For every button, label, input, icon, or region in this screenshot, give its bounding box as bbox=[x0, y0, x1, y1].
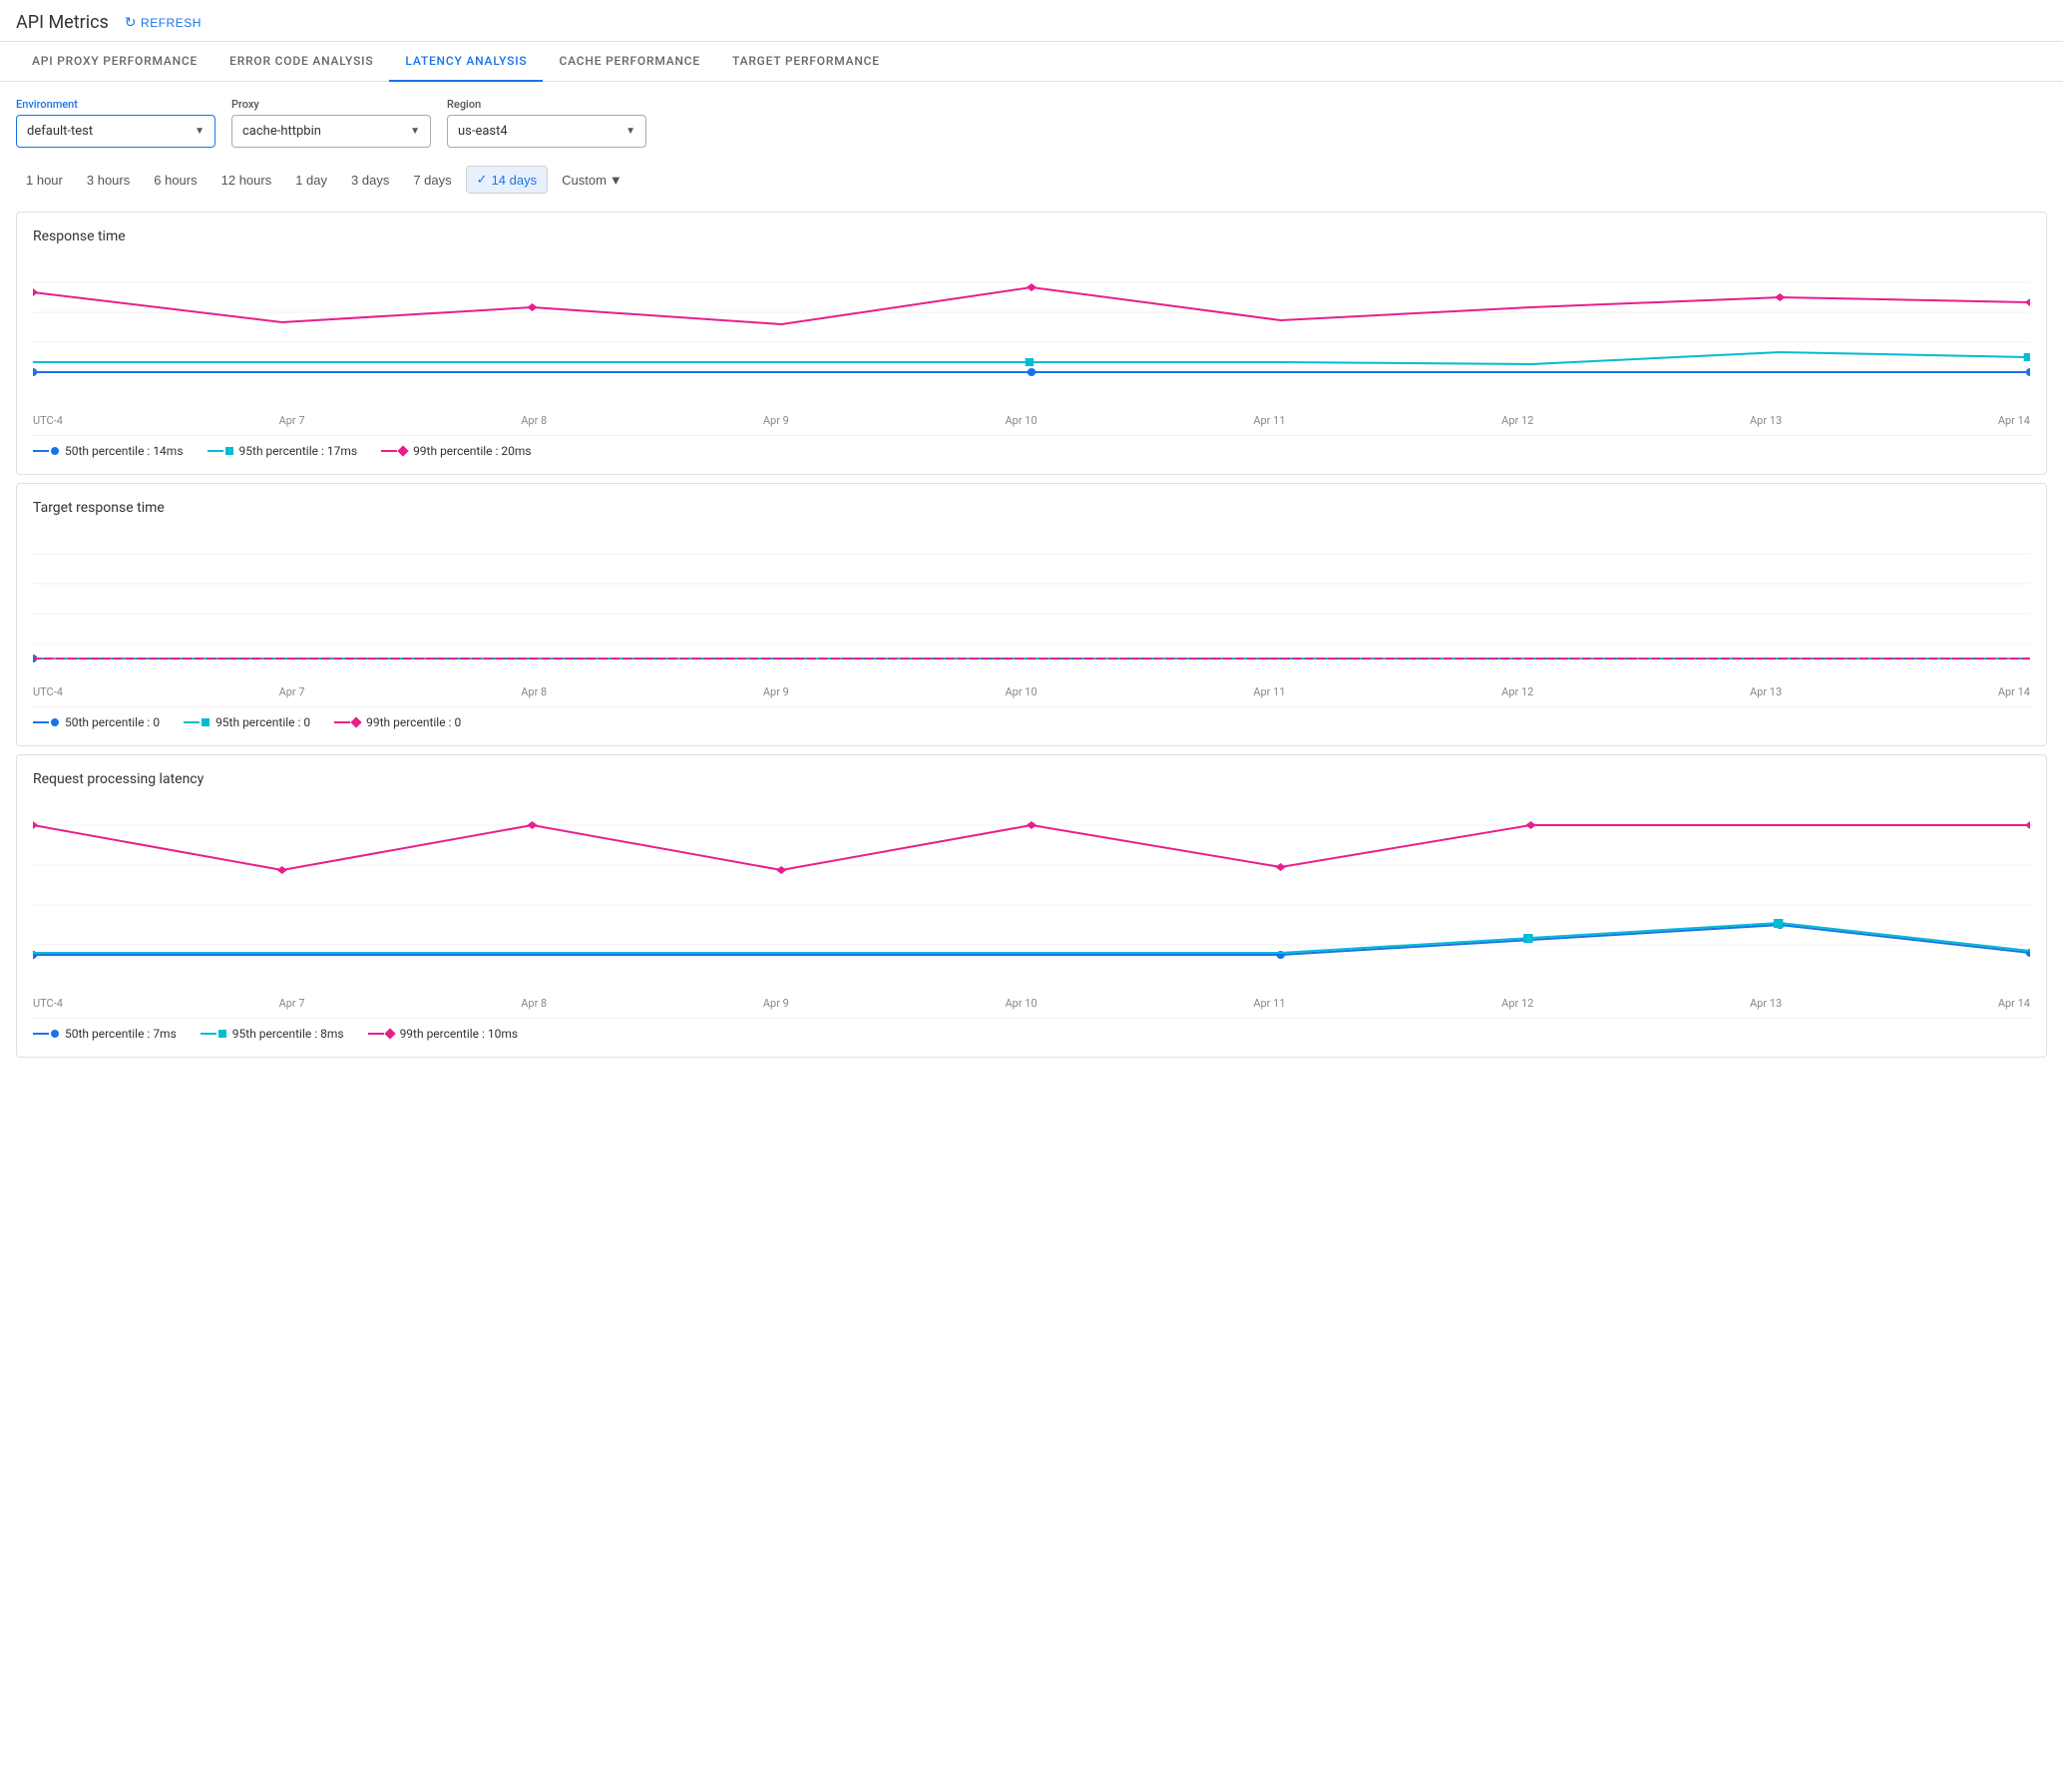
filter-bar: Environment default-test ▼ Proxy cache-h… bbox=[0, 82, 2063, 156]
proxy-label: Proxy bbox=[231, 98, 431, 111]
response-time-x-axis: UTC-4 Apr 7 Apr 8 Apr 9 Apr 10 Apr 11 Ap… bbox=[33, 414, 2030, 427]
x-label-apr11: Apr 11 bbox=[1253, 414, 1285, 427]
legend-req-50th: 50th percentile : 7ms bbox=[33, 1027, 177, 1041]
x-label-apr11: Apr 11 bbox=[1253, 685, 1285, 698]
legend-req-99th-label: 99th percentile : 10ms bbox=[400, 1027, 519, 1041]
time-custom[interactable]: Custom ▼ bbox=[552, 168, 632, 193]
x-label-apr8: Apr 8 bbox=[521, 997, 547, 1010]
x-label-utc: UTC-4 bbox=[33, 997, 63, 1010]
nav-tabs: API PROXY PERFORMANCE ERROR CODE ANALYSI… bbox=[0, 42, 2063, 82]
x-label-apr7: Apr 7 bbox=[279, 685, 305, 698]
response-time-chart-section: Response time bbox=[16, 212, 2047, 475]
legend-99th-label: 99th percentile : 20ms bbox=[413, 444, 532, 458]
check-icon: ✓ bbox=[477, 172, 488, 188]
tab-latency[interactable]: LATENCY ANALYSIS bbox=[389, 42, 543, 82]
x-label-apr13: Apr 13 bbox=[1750, 997, 1782, 1010]
x-label-apr10: Apr 10 bbox=[1006, 997, 1037, 1010]
environment-filter-group: Environment default-test ▼ bbox=[16, 98, 215, 148]
region-label: Region bbox=[447, 98, 646, 111]
target-response-time-chart-section: Target response time UTC-4 Apr 7 Apr 8 A… bbox=[16, 483, 2047, 746]
tab-error-code[interactable]: ERROR CODE ANALYSIS bbox=[213, 42, 389, 82]
x-label-apr9: Apr 9 bbox=[763, 414, 789, 427]
x-label-apr9: Apr 9 bbox=[763, 685, 789, 698]
request-processing-legend: 50th percentile : 7ms 95th percentile : … bbox=[33, 1018, 2030, 1041]
target-response-time-chart bbox=[33, 524, 2030, 683]
target-response-time-title: Target response time bbox=[33, 500, 2030, 516]
x-label-apr12: Apr 12 bbox=[1501, 997, 1533, 1010]
legend-50th-label: 50th percentile : 14ms bbox=[65, 444, 184, 458]
region-dropdown-arrow: ▼ bbox=[625, 126, 635, 137]
x-label-apr12: Apr 12 bbox=[1501, 685, 1533, 698]
legend-target-99th-label: 99th percentile : 0 bbox=[366, 715, 461, 729]
region-filter-group: Region us-east4 ▼ bbox=[447, 98, 646, 148]
environment-dropdown-arrow: ▼ bbox=[195, 126, 205, 137]
target-response-x-axis: UTC-4 Apr 7 Apr 8 Apr 9 Apr 10 Apr 11 Ap… bbox=[33, 685, 2030, 698]
request-processing-x-axis: UTC-4 Apr 7 Apr 8 Apr 9 Apr 10 Apr 11 Ap… bbox=[33, 997, 2030, 1010]
response-time-chart bbox=[33, 252, 2030, 412]
x-label-apr9: Apr 9 bbox=[763, 997, 789, 1010]
refresh-button[interactable]: ↻ REFRESH bbox=[125, 14, 202, 31]
x-label-apr14: Apr 14 bbox=[1998, 685, 2030, 698]
x-label-apr10: Apr 10 bbox=[1006, 685, 1037, 698]
response-time-legend: 50th percentile : 14ms 95th percentile :… bbox=[33, 435, 2030, 458]
x-label-apr14: Apr 14 bbox=[1998, 414, 2030, 427]
target-response-legend: 50th percentile : 0 95th percentile : 0 … bbox=[33, 706, 2030, 729]
region-select[interactable]: us-east4 ▼ bbox=[447, 115, 646, 148]
legend-target-99th: 99th percentile : 0 bbox=[334, 715, 461, 729]
proxy-dropdown-arrow: ▼ bbox=[410, 126, 420, 137]
tab-cache[interactable]: CACHE PERFORMANCE bbox=[543, 42, 716, 82]
time-7days[interactable]: 7 days bbox=[403, 168, 461, 193]
tab-target[interactable]: TARGET PERFORMANCE bbox=[716, 42, 896, 82]
x-label-apr8: Apr 8 bbox=[521, 414, 547, 427]
tab-api-proxy[interactable]: API PROXY PERFORMANCE bbox=[16, 42, 213, 82]
time-1hour[interactable]: 1 hour bbox=[16, 168, 73, 193]
request-processing-title: Request processing latency bbox=[33, 771, 2030, 787]
x-label-apr13: Apr 13 bbox=[1750, 414, 1782, 427]
environment-label: Environment bbox=[16, 98, 215, 111]
time-filter-bar: 1 hour 3 hours 6 hours 12 hours 1 day 3 … bbox=[0, 156, 2063, 204]
refresh-icon: ↻ bbox=[125, 14, 137, 31]
time-14days[interactable]: ✓ 14 days bbox=[466, 166, 548, 194]
x-label-utc: UTC-4 bbox=[33, 685, 63, 698]
page-header: API Metrics ↻ REFRESH bbox=[0, 0, 2063, 42]
x-label-apr7: Apr 7 bbox=[279, 414, 305, 427]
proxy-filter-group: Proxy cache-httpbin ▼ bbox=[231, 98, 431, 148]
legend-req-95th-label: 95th percentile : 8ms bbox=[232, 1027, 344, 1041]
legend-req-95th: 95th percentile : 8ms bbox=[201, 1027, 344, 1041]
time-1day[interactable]: 1 day bbox=[285, 168, 337, 193]
legend-95th-label: 95th percentile : 17ms bbox=[239, 444, 358, 458]
legend-95th: 95th percentile : 17ms bbox=[207, 444, 358, 458]
x-label-apr7: Apr 7 bbox=[279, 997, 305, 1010]
x-label-apr13: Apr 13 bbox=[1750, 685, 1782, 698]
request-processing-chart bbox=[33, 795, 2030, 995]
legend-req-50th-label: 50th percentile : 7ms bbox=[65, 1027, 177, 1041]
legend-50th: 50th percentile : 14ms bbox=[33, 444, 184, 458]
custom-dropdown-arrow: ▼ bbox=[610, 173, 622, 188]
legend-target-95th-label: 95th percentile : 0 bbox=[215, 715, 310, 729]
time-3days[interactable]: 3 days bbox=[341, 168, 399, 193]
proxy-select[interactable]: cache-httpbin ▼ bbox=[231, 115, 431, 148]
x-label-apr10: Apr 10 bbox=[1006, 414, 1037, 427]
x-label-apr8: Apr 8 bbox=[521, 685, 547, 698]
x-label-apr11: Apr 11 bbox=[1253, 997, 1285, 1010]
x-label-apr14: Apr 14 bbox=[1998, 997, 2030, 1010]
request-processing-chart-section: Request processing latency bbox=[16, 754, 2047, 1058]
time-12hours[interactable]: 12 hours bbox=[211, 168, 282, 193]
page-title: API Metrics bbox=[16, 12, 109, 33]
time-6hours[interactable]: 6 hours bbox=[144, 168, 206, 193]
time-3hours[interactable]: 3 hours bbox=[77, 168, 140, 193]
response-time-title: Response time bbox=[33, 228, 2030, 244]
legend-target-50th: 50th percentile : 0 bbox=[33, 715, 160, 729]
legend-target-50th-label: 50th percentile : 0 bbox=[65, 715, 160, 729]
environment-select[interactable]: default-test ▼ bbox=[16, 115, 215, 148]
x-label-utc: UTC-4 bbox=[33, 414, 63, 427]
legend-99th: 99th percentile : 20ms bbox=[381, 444, 532, 458]
x-label-apr12: Apr 12 bbox=[1501, 414, 1533, 427]
legend-req-99th: 99th percentile : 10ms bbox=[368, 1027, 519, 1041]
legend-target-95th: 95th percentile : 0 bbox=[184, 715, 310, 729]
